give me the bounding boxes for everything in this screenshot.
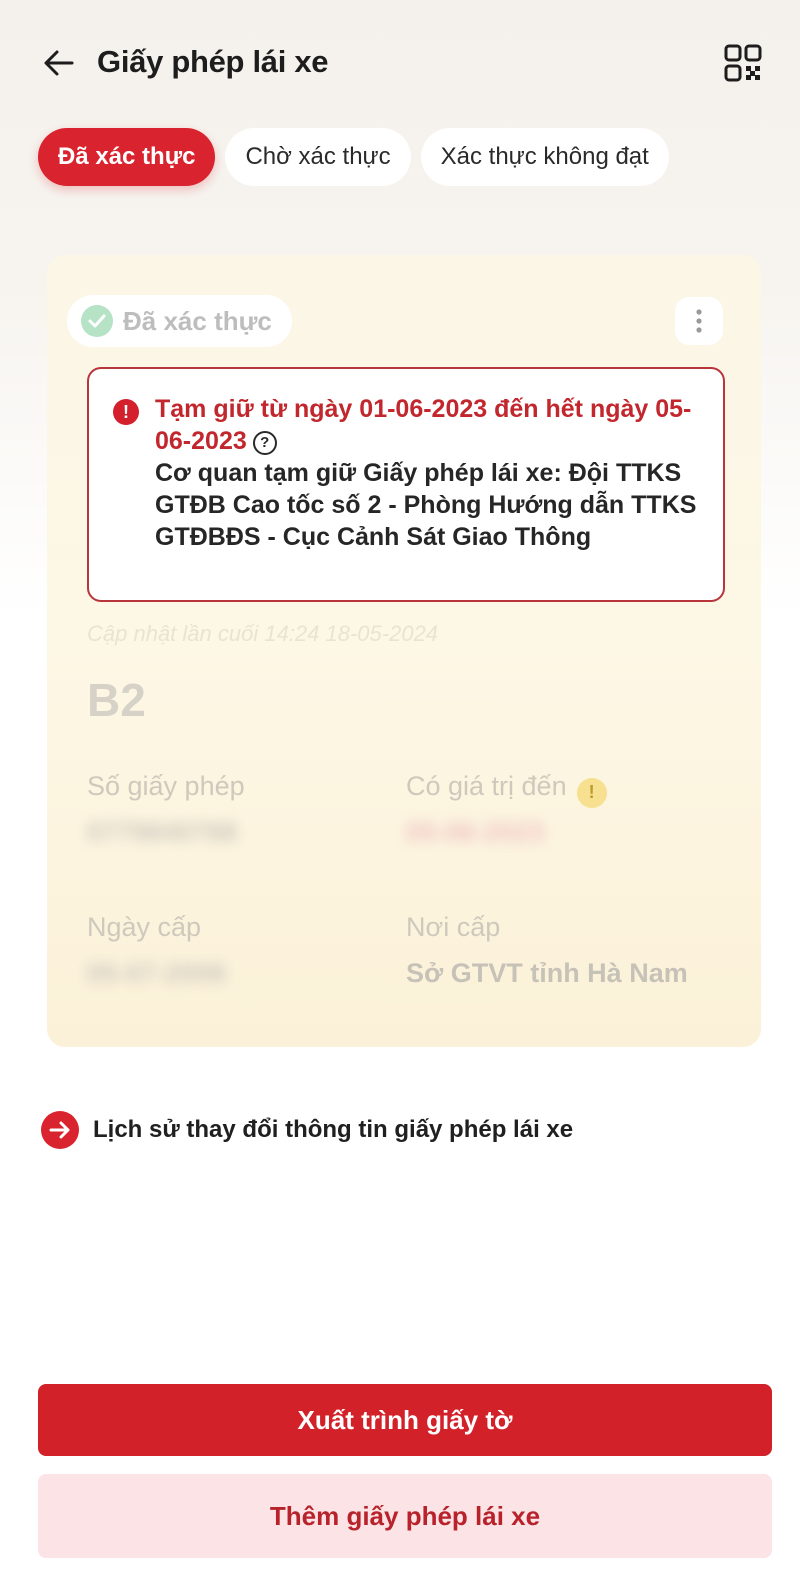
tab-verified[interactable]: Đã xác thực bbox=[38, 128, 216, 186]
qr-code-icon bbox=[724, 44, 762, 82]
more-options-button[interactable] bbox=[675, 297, 723, 345]
valid-until-value: 05-06-2023 bbox=[406, 817, 545, 847]
status-tabs: Đã xác thực Chờ xác thực Xác thực không … bbox=[38, 128, 669, 186]
license-number-value: 0779840788 bbox=[87, 817, 238, 847]
alert-icon: ! bbox=[113, 399, 139, 425]
last-updated: Cập nhật lần cuối 14:24 18-05-2024 bbox=[87, 621, 439, 646]
history-link-label: Lịch sử thay đổi thông tin giấy phép lái… bbox=[93, 1116, 574, 1143]
alert-body: Cơ quan tạm giữ Giấy phép lái xe: Đội TT… bbox=[155, 459, 697, 551]
issuer-value: Sở GTVT tỉnh Hà Nam bbox=[406, 958, 688, 988]
status-badge: Đã xác thực bbox=[67, 295, 292, 347]
check-circle-icon bbox=[81, 305, 113, 337]
more-vertical-icon bbox=[696, 309, 702, 333]
app-header: Giấy phép lái xe bbox=[0, 22, 800, 102]
license-card: Đã xác thực ! Tạm giữ từ ngày 01-06-2023… bbox=[47, 255, 761, 1047]
arrow-right-circle-icon bbox=[41, 1111, 79, 1149]
add-license-button[interactable]: Thêm giấy phép lái xe bbox=[38, 1474, 772, 1558]
back-button[interactable] bbox=[36, 40, 82, 86]
alert-title: Tạm giữ từ ngày 01-06-2023 đến hết ngày … bbox=[155, 395, 692, 455]
qr-button[interactable] bbox=[720, 40, 766, 86]
tab-pending[interactable]: Chờ xác thực bbox=[225, 128, 411, 186]
page-title: Giấy phép lái xe bbox=[97, 44, 329, 79]
warning-icon[interactable]: ! bbox=[576, 777, 607, 808]
suspension-alert: ! Tạm giữ từ ngày 01-06-2023 đến hết ngà… bbox=[87, 367, 725, 602]
license-class: B2 bbox=[87, 674, 146, 726]
help-icon[interactable]: ? bbox=[252, 431, 277, 455]
valid-until-label: Có giá trị đến bbox=[406, 771, 567, 801]
status-badge-label: Đã xác thực bbox=[123, 305, 272, 336]
issue-date-value: 05-07-2008 bbox=[87, 958, 226, 988]
issuer-label: Nơi cấp bbox=[406, 912, 501, 942]
tab-failed[interactable]: Xác thực không đạt bbox=[420, 128, 669, 186]
license-number-label: Số giấy phép bbox=[87, 771, 245, 801]
present-document-button[interactable]: Xuất trình giấy tờ bbox=[38, 1384, 772, 1456]
history-link[interactable]: Lịch sử thay đổi thông tin giấy phép lái… bbox=[41, 1110, 573, 1150]
arrow-left-icon bbox=[44, 50, 74, 76]
issue-date-label: Ngày cấp bbox=[87, 912, 202, 942]
